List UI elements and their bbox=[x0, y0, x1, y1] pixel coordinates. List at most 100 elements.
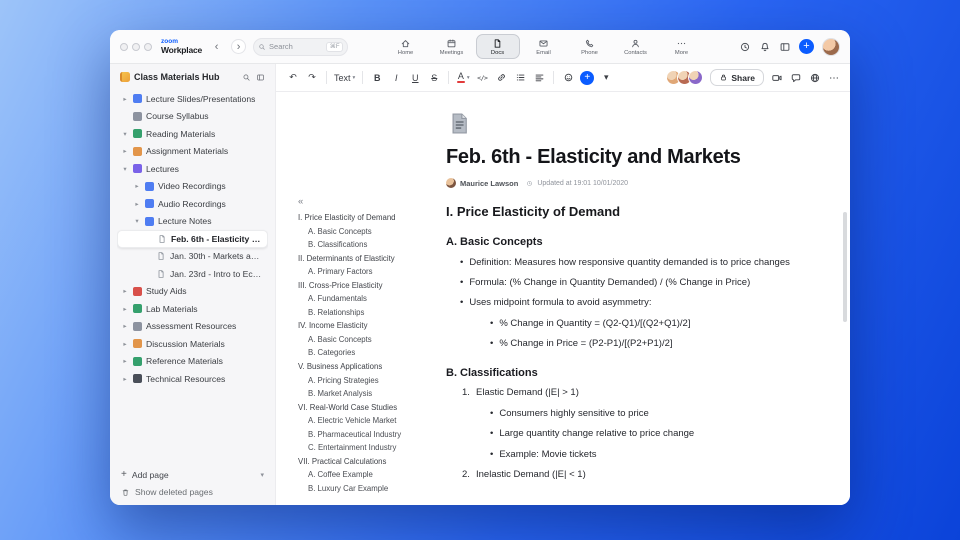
sidebar-expand-icon[interactable] bbox=[256, 73, 265, 82]
toc-item-a-basic-concepts[interactable]: A. Basic Concepts bbox=[298, 336, 436, 345]
toc-item-a-pricing-strategies[interactable]: A. Pricing Strategies bbox=[298, 377, 436, 386]
add-page-button[interactable]: + Add page ▾ bbox=[117, 466, 268, 483]
maximize-button[interactable] bbox=[144, 42, 152, 51]
italic-button[interactable]: I bbox=[389, 70, 403, 86]
toc-item-ii-determinants-of-elasticity[interactable]: II. Determinants of Elasticity bbox=[298, 255, 436, 264]
document-body[interactable]: I. Price Elasticity of Demand A. Basic Co… bbox=[446, 204, 822, 481]
tree-item-reference-materials[interactable]: ▸ Reference Materials bbox=[117, 353, 268, 371]
toc-item-v-business-applications[interactable]: V. Business Applications bbox=[298, 363, 436, 372]
history-icon[interactable] bbox=[739, 41, 751, 53]
show-deleted-pages-button[interactable]: Show deleted pages bbox=[117, 483, 268, 497]
chevron-right-icon[interactable]: ▸ bbox=[133, 182, 141, 190]
numbered-item[interactable]: 2. Inelastic Demand (|E| < 1) bbox=[446, 469, 822, 481]
tree-item-assessment-resources[interactable]: ▸ Assessment Resources bbox=[117, 318, 268, 336]
toc-item-b-relationships[interactable]: B. Relationships bbox=[298, 309, 436, 318]
toc-item-a-coffee-example[interactable]: A. Coffee Example bbox=[298, 471, 436, 480]
toc-item-b-categories[interactable]: B. Categories bbox=[298, 349, 436, 358]
comments-button[interactable] bbox=[790, 72, 802, 84]
tree-item-study-aids[interactable]: ▸ Study Aids bbox=[117, 283, 268, 301]
bullet-item[interactable]: • Formula: (% Change in Quantity Demanded… bbox=[446, 277, 822, 289]
tab-phone[interactable]: Phone bbox=[568, 34, 612, 59]
tab-meetings[interactable]: Meetings bbox=[430, 34, 474, 59]
section-heading-a-basic-concepts[interactable]: A. Basic Concepts bbox=[446, 236, 822, 248]
side-panel-icon[interactable] bbox=[779, 41, 791, 53]
toc-item-vii-practical-calculations[interactable]: VII. Practical Calculations bbox=[298, 458, 436, 467]
toc-item-b-pharmaceutical-industry[interactable]: B. Pharmaceutical Industry bbox=[298, 431, 436, 440]
share-button[interactable]: Share bbox=[710, 69, 764, 86]
chevron-right-icon[interactable]: ▸ bbox=[121, 147, 129, 155]
section-heading-i-price-elasticity-of-demand[interactable]: I. Price Elasticity of Demand bbox=[446, 204, 822, 219]
chevron-right-icon[interactable]: ▸ bbox=[121, 340, 129, 348]
tree-item-technical-resources[interactable]: ▸ Technical Resources bbox=[117, 370, 268, 388]
redo-button[interactable]: ↷ bbox=[305, 70, 319, 86]
sidebar-search-icon[interactable] bbox=[242, 73, 251, 82]
document-title[interactable]: Feb. 6th - Elasticity and Markets bbox=[446, 146, 822, 169]
toc-item-a-basic-concepts[interactable]: A. Basic Concepts bbox=[298, 228, 436, 237]
toc-item-a-electric-vehicle-market[interactable]: A. Electric Vehicle Market bbox=[298, 417, 436, 426]
global-search-input[interactable]: Search ⌘F bbox=[253, 37, 349, 56]
user-avatar[interactable] bbox=[821, 37, 840, 56]
toc-item-a-primary-factors[interactable]: A. Primary Factors bbox=[298, 268, 436, 277]
toc-item-b-luxury-car-example[interactable]: B. Luxury Car Example bbox=[298, 485, 436, 494]
tree-item-lecture-slides-presentations[interactable]: ▸ Lecture Slides/Presentations bbox=[117, 90, 268, 108]
toc-item-c-entertainment-industry[interactable]: C. Entertainment Industry bbox=[298, 444, 436, 453]
tree-item-feb-6th-elasticity-and-m[interactable]: Feb. 6th - Elasticity and M... bbox=[117, 230, 268, 248]
chevron-down-icon[interactable]: ▾ bbox=[121, 130, 129, 138]
insert-button[interactable]: + bbox=[580, 70, 595, 85]
font-color-button[interactable]: A ▾ bbox=[456, 70, 470, 86]
new-item-button[interactable]: + bbox=[798, 39, 814, 54]
tree-item-jan-30th-markets-and-p[interactable]: Jan. 30th - Markets and P... bbox=[117, 248, 268, 266]
bullet-item[interactable]: • % Change in Quantity = (Q2-Q1)/[(Q2+Q1)… bbox=[446, 318, 822, 330]
chevron-right-icon[interactable]: ▸ bbox=[121, 95, 129, 103]
tab-contacts[interactable]: Contacts bbox=[614, 34, 658, 59]
chevron-right-icon[interactable]: ▸ bbox=[121, 287, 129, 295]
tree-item-audio-recordings[interactable]: ▸ Audio Recordings bbox=[117, 195, 268, 213]
bullet-list-button[interactable] bbox=[513, 70, 527, 86]
tree-item-discussion-materials[interactable]: ▸ Discussion Materials bbox=[117, 335, 268, 353]
tab-home[interactable]: Home bbox=[384, 34, 428, 59]
chevron-right-icon[interactable]: ▸ bbox=[121, 375, 129, 383]
more-options-button[interactable] bbox=[828, 72, 840, 84]
video-call-button[interactable] bbox=[771, 72, 783, 84]
chevron-right-icon[interactable]: ▸ bbox=[121, 322, 129, 330]
notifications-bell-icon[interactable] bbox=[759, 41, 771, 53]
bullet-item[interactable]: • Example: Movie tickets bbox=[446, 449, 822, 461]
tree-item-lecture-notes[interactable]: ▾ Lecture Notes bbox=[117, 213, 268, 231]
toc-item-b-classifications[interactable]: B. Classifications bbox=[298, 241, 436, 250]
chevron-down-icon[interactable]: ▾ bbox=[133, 217, 141, 225]
numbered-item[interactable]: 1. Elastic Demand (|E| > 1) bbox=[446, 387, 822, 399]
scrollbar[interactable] bbox=[843, 212, 847, 322]
back-button[interactable]: ‹ bbox=[209, 39, 224, 54]
language-globe-button[interactable] bbox=[809, 72, 821, 84]
toc-item-vi-real-world-case-studies[interactable]: VI. Real-World Case Studies bbox=[298, 404, 436, 413]
undo-button[interactable]: ↶ bbox=[286, 70, 300, 86]
collapse-toc-button[interactable]: « bbox=[298, 196, 436, 207]
bullet-item[interactable]: • Consumers highly sensitive to price bbox=[446, 408, 822, 420]
forward-button[interactable]: › bbox=[231, 39, 247, 54]
tab-docs[interactable]: Docs bbox=[475, 34, 520, 59]
bullet-item[interactable]: • Definition: Measures how responsive qua… bbox=[446, 257, 822, 269]
bold-button[interactable]: B bbox=[370, 70, 384, 86]
section-heading-b-classifications[interactable]: B. Classifications bbox=[446, 367, 822, 379]
emoji-button[interactable] bbox=[561, 70, 575, 86]
chevron-right-icon[interactable]: ▸ bbox=[133, 200, 141, 208]
bullet-item[interactable]: • Large quantity change relative to price… bbox=[446, 428, 822, 440]
tab-more[interactable]: More bbox=[660, 34, 704, 59]
strikethrough-button[interactable]: S bbox=[427, 70, 441, 86]
minimize-button[interactable] bbox=[132, 42, 140, 51]
tree-item-assignment-materials[interactable]: ▸ Assignment Materials bbox=[117, 143, 268, 161]
chevron-down-icon[interactable]: ▾ bbox=[260, 471, 264, 479]
text-style-dropdown[interactable]: Text ▾ bbox=[334, 70, 355, 86]
tree-item-lectures[interactable]: ▾ Lectures bbox=[117, 160, 268, 178]
bullet-item[interactable]: • % Change in Price = (P2-P1)/[(P2+P1)/2] bbox=[446, 338, 822, 350]
toc-item-b-market-analysis[interactable]: B. Market Analysis bbox=[298, 390, 436, 399]
underline-button[interactable]: U bbox=[408, 70, 422, 86]
bullet-item[interactable]: • Uses midpoint formula to avoid asymmetr… bbox=[446, 297, 822, 309]
collaborator-avatar-3[interactable] bbox=[688, 70, 704, 85]
tab-email[interactable]: Email bbox=[522, 34, 566, 59]
code-button[interactable]: </> bbox=[475, 70, 489, 86]
link-button[interactable] bbox=[494, 70, 508, 86]
align-button[interactable] bbox=[532, 70, 546, 86]
chevron-down-icon[interactable]: ▾ bbox=[121, 165, 129, 173]
chevron-right-icon[interactable]: ▸ bbox=[121, 305, 129, 313]
